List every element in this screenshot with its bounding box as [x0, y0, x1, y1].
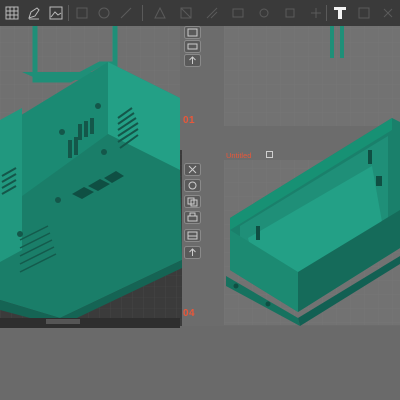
toolbar-icon[interactable] [94, 3, 114, 23]
document-title[interactable]: Untitled [226, 151, 251, 160]
toolbar-icon[interactable] [116, 3, 136, 23]
export-icon[interactable] [184, 229, 201, 242]
toolbar-icon[interactable] [202, 3, 222, 23]
up-arrow-icon[interactable] [184, 54, 201, 67]
toolbar-icon[interactable] [254, 3, 274, 23]
up-arrow-icon[interactable] [184, 246, 201, 259]
toolbar-icon[interactable] [228, 3, 248, 23]
copy-icon[interactable] [184, 195, 201, 208]
panel-label-01: 01 [183, 115, 196, 126]
checkbox-icon[interactable] [266, 151, 273, 158]
text-tool-icon[interactable] [330, 3, 350, 23]
toolbar-icon[interactable] [354, 3, 374, 23]
cad-workspace[interactable]: 01 04 Untitled [0, 0, 400, 400]
image-icon[interactable] [46, 3, 66, 23]
grid-icon[interactable] [2, 3, 22, 23]
toolbar-icon[interactable] [280, 3, 300, 23]
toolbar-icon[interactable] [378, 3, 398, 23]
panel-label-04: 04 [183, 308, 196, 319]
toolbar-icon[interactable] [150, 3, 170, 23]
frame-view-icon[interactable] [184, 40, 201, 53]
print-icon[interactable] [184, 211, 201, 224]
box-view-icon[interactable] [184, 26, 201, 39]
toolbar-icon[interactable] [72, 3, 92, 23]
pen-icon[interactable] [24, 3, 44, 23]
close-icon[interactable] [184, 163, 201, 176]
top-toolbar [0, 0, 400, 26]
toolbar-icon[interactable] [176, 3, 196, 23]
toolbar-icon[interactable] [306, 3, 326, 23]
rotate-icon[interactable] [184, 179, 201, 192]
